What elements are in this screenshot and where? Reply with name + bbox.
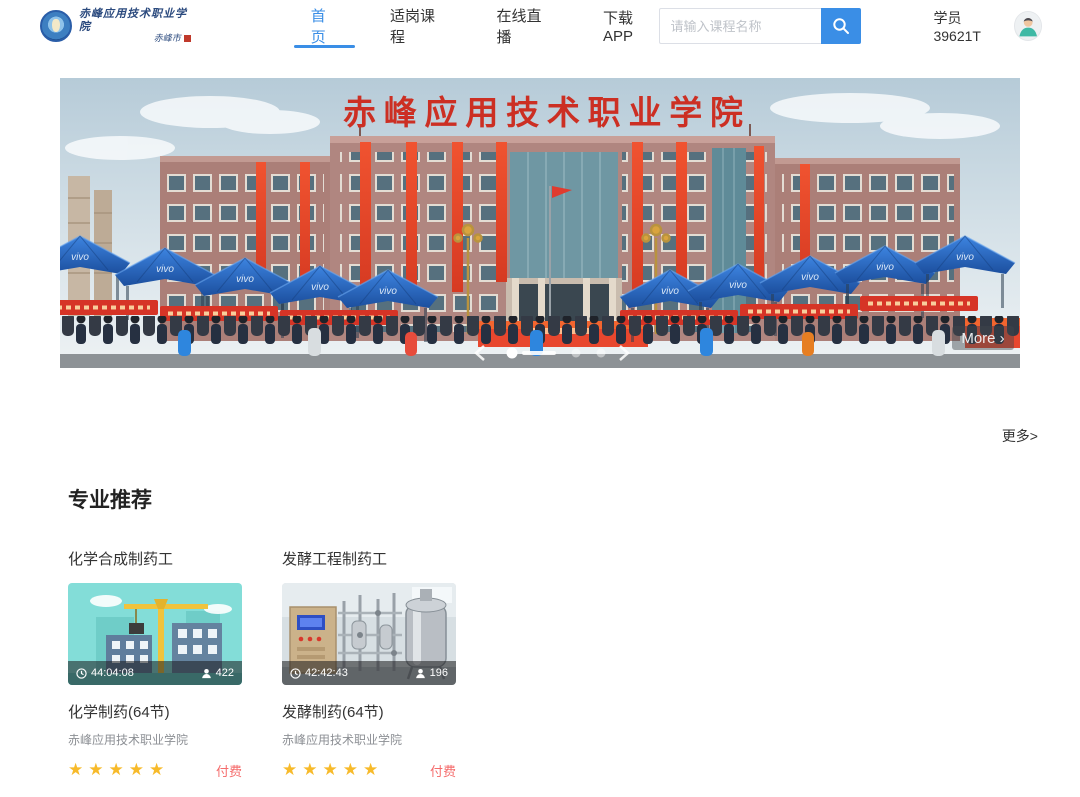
hero-banner-wrap: vivo	[0, 78, 1080, 368]
recommend-section: 专业推荐 化学合成制药工	[0, 484, 1080, 780]
nav-item-live[interactable]: 在线直播	[494, 0, 553, 52]
course-cards-row: 化学合成制药工	[68, 548, 1012, 780]
course-duration: 42:42:43	[305, 667, 348, 679]
banner-more-button[interactable]: More ›	[952, 326, 1014, 350]
search-icon	[832, 17, 850, 35]
more-link[interactable]: 更多>	[1002, 428, 1038, 444]
card-bottom-row: ★★★★★ 付费	[282, 760, 456, 780]
viewers-icon	[201, 668, 212, 679]
banner-more-label: More ›	[961, 330, 1004, 347]
logo-subtitle: 赤峰市	[154, 33, 191, 43]
avatar-person-icon	[1015, 11, 1041, 40]
hero-banner-carousel[interactable]: vivo	[60, 78, 1020, 368]
nav-item-courses[interactable]: 适岗课程	[388, 0, 447, 52]
section-title: 专业推荐	[68, 484, 1012, 514]
logo-emblem-icon	[40, 10, 72, 42]
card-category[interactable]: 化学合成制药工	[68, 548, 242, 569]
user-name: 学员39621T	[933, 8, 1004, 44]
course-rating-stars: ★★★★★	[68, 760, 169, 780]
nav-item-home[interactable]: 首页	[309, 0, 340, 52]
course-viewers: 422	[216, 667, 234, 679]
viewers-icon	[415, 668, 426, 679]
search-input[interactable]	[659, 8, 821, 44]
course-title[interactable]: 化学制药(64节)	[68, 701, 242, 722]
carousel-dot-2[interactable]	[572, 349, 581, 358]
more-row: 更多>	[0, 426, 1080, 446]
course-duration: 44:04:08	[91, 667, 134, 679]
logo-seal-icon	[184, 35, 191, 42]
thumbnail-stats-bar: 44:04:08 422	[68, 661, 242, 685]
course-organization: 赤峰应用技术职业学院	[68, 731, 242, 748]
course-viewers: 196	[430, 667, 448, 679]
carousel-active-bar[interactable]	[522, 351, 556, 355]
card-bottom-row: ★★★★★ 付费	[68, 760, 242, 780]
card-category[interactable]: 发酵工程制药工	[282, 548, 456, 569]
course-thumbnail[interactable]: 42:42:43 196	[282, 583, 456, 685]
carousel-dot-3[interactable]	[597, 349, 606, 358]
nav-item-download-app[interactable]: 下载APP	[601, 0, 660, 52]
site-logo[interactable]: 赤峰应用技术职业学院 赤峰市	[40, 8, 191, 44]
building-rooftop-sign: 赤峰应用技术职业学院	[343, 94, 753, 131]
clock-icon	[76, 668, 87, 679]
main-nav: 首页 适岗课程 在线直播 下载APP	[309, 0, 660, 52]
course-title[interactable]: 发酵制药(64节)	[282, 701, 456, 722]
clock-icon	[290, 668, 301, 679]
course-card-chemical: 化学合成制药工	[68, 548, 242, 780]
course-thumbnail[interactable]: 44:04:08 422	[68, 583, 242, 685]
course-search	[659, 8, 861, 44]
course-card-fermentation: 发酵工程制药工	[282, 548, 456, 780]
user-account[interactable]: 学员39621T	[933, 8, 1042, 44]
carousel-dot-active[interactable]	[507, 348, 518, 359]
course-price-badge: 付费	[430, 761, 456, 780]
course-organization: 赤峰应用技术职业学院	[282, 731, 456, 748]
top-header: 赤峰应用技术职业学院 赤峰市 首页 适岗课程 在线直播 下载APP 学员3962…	[0, 0, 1080, 52]
thumbnail-stats-bar: 42:42:43 196	[282, 661, 456, 685]
course-rating-stars: ★★★★★	[282, 760, 383, 780]
logo-title: 赤峰应用技术职业学院	[79, 8, 191, 33]
logo-text: 赤峰应用技术职业学院 赤峰市	[79, 8, 191, 44]
search-button[interactable]	[821, 8, 861, 44]
user-avatar[interactable]	[1014, 11, 1042, 41]
course-price-badge: 付费	[216, 761, 242, 780]
